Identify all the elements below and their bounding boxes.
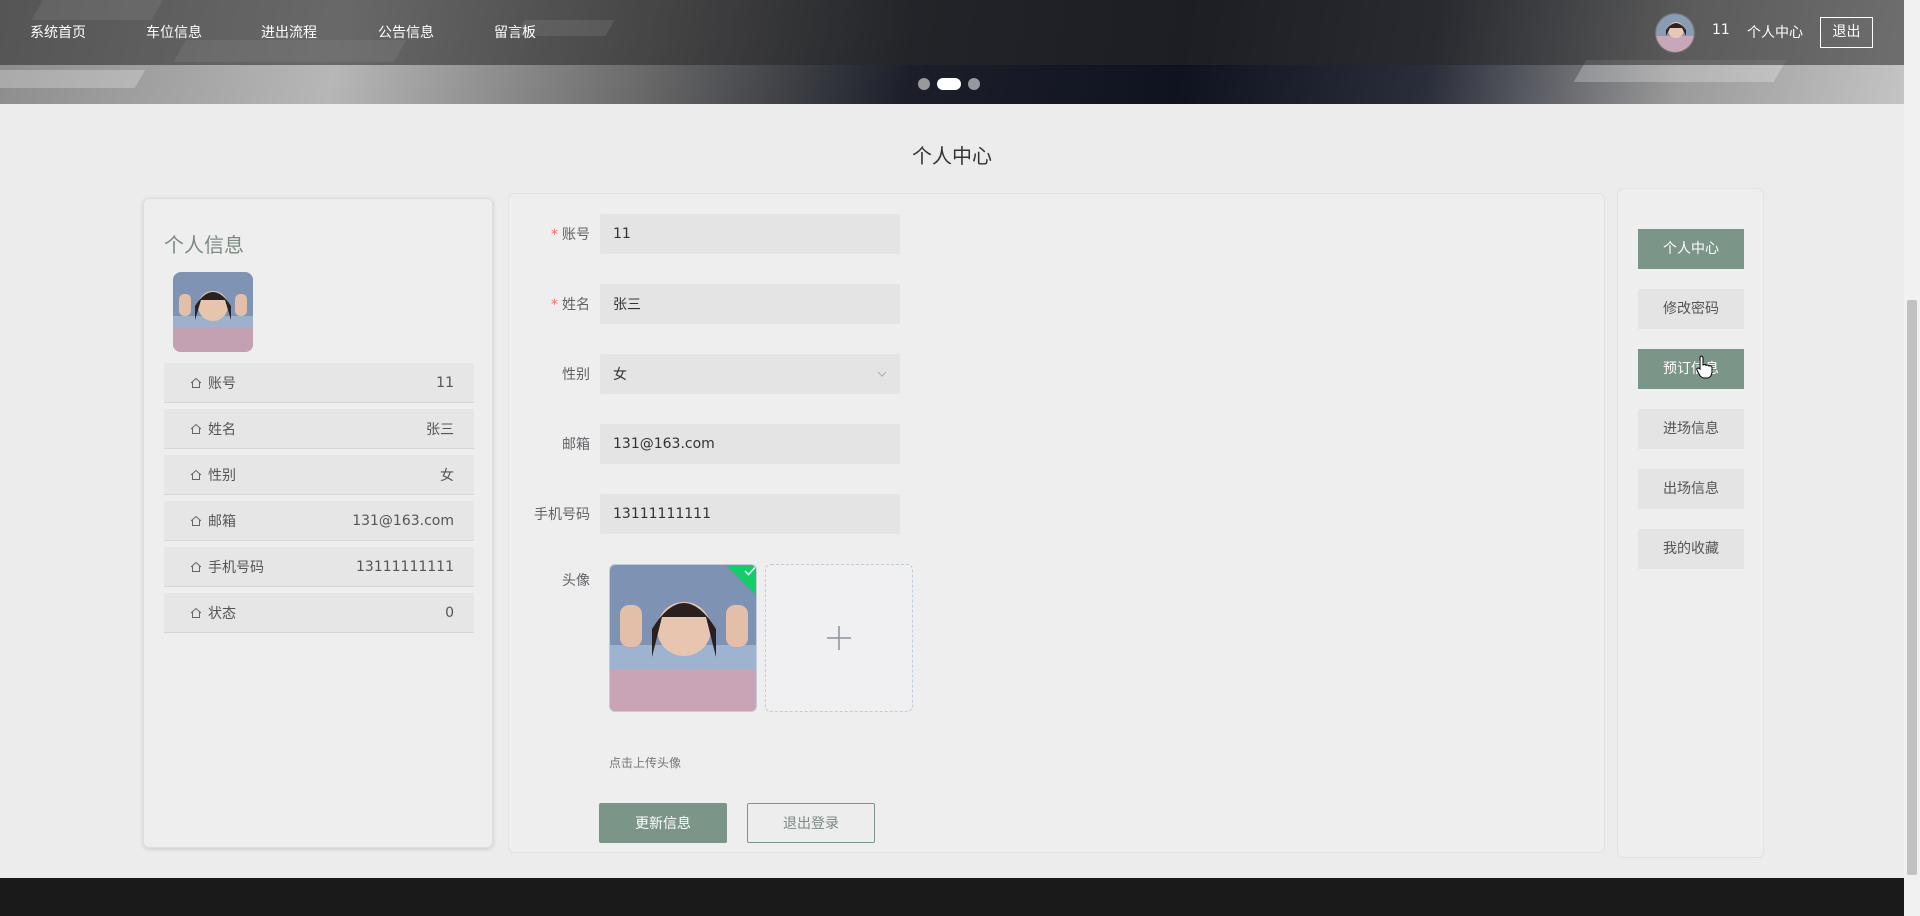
profile-title: 个人信息 [164,233,244,257]
nav-entry-exit-flow[interactable]: 进出流程 [261,22,317,42]
uploaded-avatar-thumbnail[interactable] [609,564,757,712]
menu-personal-center[interactable]: 个人中心 [1638,229,1744,269]
menu-entry-info[interactable]: 进场信息 [1638,409,1744,449]
home-icon [190,469,202,480]
profile-row-phone: 手机号码 13111111111 [164,547,474,587]
profile-row-gender: 性别 女 [164,455,474,495]
chevron-down-icon [877,371,887,377]
carousel-dot[interactable] [968,78,980,90]
profile-avatar [173,272,253,352]
nav-personal-center[interactable]: 个人中心 [1747,22,1803,42]
nav-parking-info[interactable]: 车位信息 [146,22,202,42]
home-icon [190,377,202,388]
scrollbar-thumb[interactable] [1907,300,1917,875]
gender-label: 性别 [562,367,590,383]
nav-home[interactable]: 系统首页 [30,22,86,42]
form-row-avatar: 头像 [509,570,600,590]
carousel-dot[interactable] [918,78,930,90]
plus-icon [827,626,851,650]
phone-input[interactable] [600,494,900,534]
profile-row-value: 13111111111 [356,558,454,575]
hand-cursor-icon [1696,355,1713,379]
profile-info-list: 账号 11 姓名 张三 性别 女 邮箱 131@163.com 手机号码 131… [164,363,474,639]
form-row-phone: 手机号码 [509,494,900,534]
menu-change-password[interactable]: 修改密码 [1638,289,1744,329]
home-icon [190,607,202,618]
home-icon [190,423,202,434]
account-input[interactable] [600,214,900,254]
footer [0,878,1904,916]
email-label: 邮箱 [562,437,590,453]
logout-button[interactable]: 退出登录 [747,803,875,843]
profile-row-label: 邮箱 [208,513,236,530]
home-icon [190,515,202,526]
user-avatar[interactable] [1655,13,1695,53]
name-input[interactable] [600,284,900,324]
profile-row-email: 邮箱 131@163.com [164,501,474,541]
gender-selected-value: 女 [613,367,627,383]
top-nav: 系统首页 车位信息 进出流程 公告信息 留言板 11 个人中心 退出 [0,0,1904,65]
profile-row-label: 账号 [208,375,236,392]
update-info-button[interactable]: 更新信息 [599,803,727,843]
upload-tip: 点击上传头像 [609,756,682,770]
nav-announcements[interactable]: 公告信息 [378,22,434,42]
page-scrollbar[interactable] [1904,0,1920,916]
email-input[interactable] [600,424,900,464]
profile-row-name: 姓名 张三 [164,409,474,449]
profile-row-value: 0 [445,604,454,621]
carousel-indicators [918,78,980,90]
page-title: 个人中心 [912,144,992,168]
profile-row-status: 状态 0 [164,593,474,633]
form-row-name: * 姓名 [509,284,900,324]
profile-row-value: 张三 [426,421,454,438]
avatar-label: 头像 [562,573,590,589]
nav-message-board[interactable]: 留言板 [494,22,536,42]
profile-row-value: 131@163.com [352,512,454,529]
menu-exit-info[interactable]: 出场信息 [1638,469,1744,509]
form-row-gender: 性别 女 [509,354,900,394]
profile-row-label: 姓名 [208,421,236,438]
phone-label: 手机号码 [534,507,590,523]
name-label: * 姓名 [551,297,590,313]
menu-booking-info[interactable]: 预订信息 [1638,349,1744,389]
profile-card: 个人信息 账号 11 姓名 张三 性别 女 邮箱 131@163.com 手机号… [143,198,493,848]
menu-favorites[interactable]: 我的收藏 [1638,529,1744,569]
profile-row-value: 女 [440,467,454,484]
upload-avatar-button[interactable] [765,564,913,712]
carousel-dot-active[interactable] [937,78,961,90]
check-icon [744,566,756,576]
profile-row-label: 状态 [208,605,236,622]
side-menu: 个人中心 修改密码 预订信息 进场信息 出场信息 我的收藏 [1617,188,1764,858]
profile-row-account: 账号 11 [164,363,474,403]
nav-username: 11 [1712,22,1730,38]
profile-row-value: 11 [436,374,454,391]
profile-row-label: 手机号码 [208,559,264,576]
nav-logout-button[interactable]: 退出 [1820,17,1873,48]
gender-select[interactable]: 女 [600,354,900,394]
edit-profile-form: *账号 *姓名 性别 女 邮箱 手机号码 头像 [508,193,1605,853]
account-label: * 账号 [551,227,590,243]
home-icon [190,561,202,572]
form-row-account: * 账号 [509,214,900,254]
profile-row-label: 性别 [208,467,236,484]
form-row-email: 邮箱 [509,424,900,464]
